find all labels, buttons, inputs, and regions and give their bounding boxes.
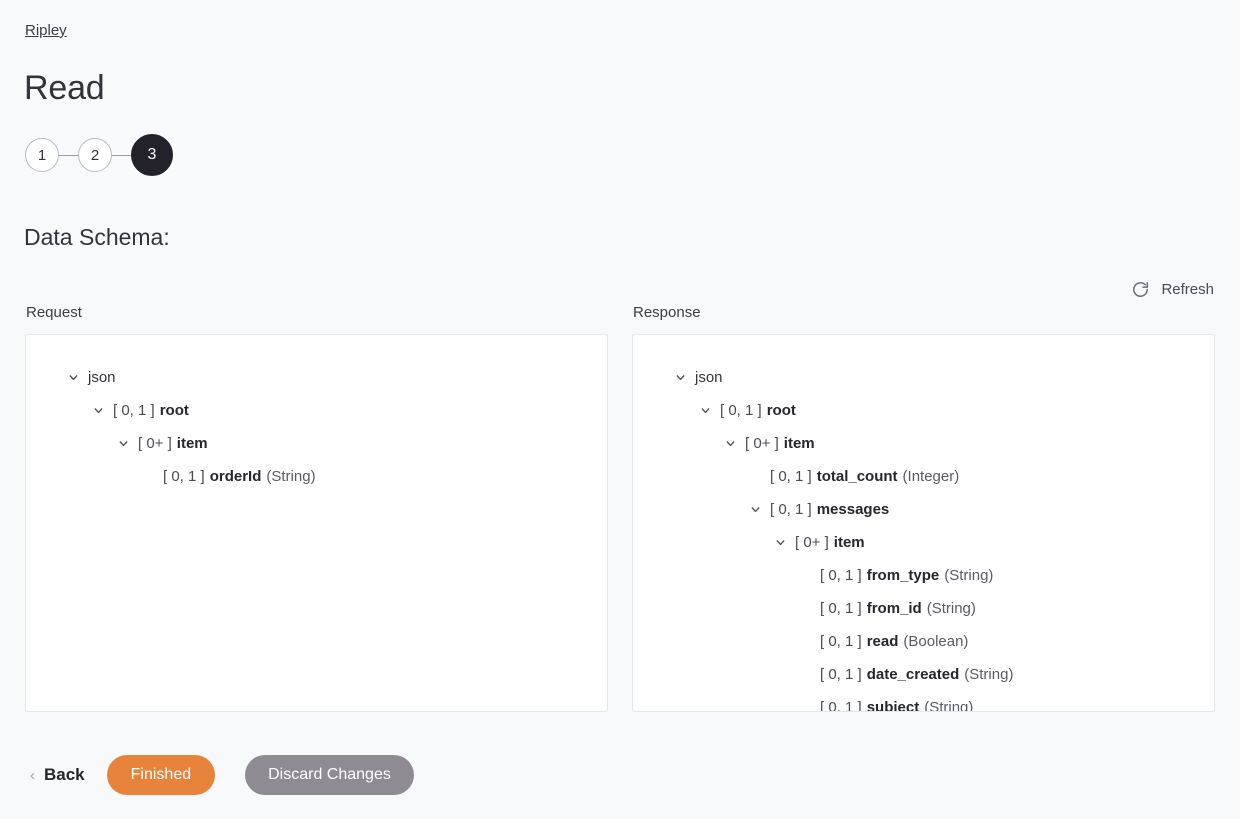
field-type: (String) (924, 699, 974, 712)
field-type: (String) (964, 666, 1014, 683)
tree-row[interactable]: [ 0, 1 ] messages (645, 493, 1202, 526)
tree-caret-placeholder (796, 567, 814, 585)
tree-caret-placeholder (796, 666, 814, 684)
tree-caret-placeholder (796, 699, 814, 712)
refresh-label: Refresh (1161, 281, 1214, 298)
footer-actions: ‹ Back Finished Discard Changes (25, 755, 414, 795)
refresh-icon (1131, 280, 1150, 299)
chevron-down-icon[interactable] (721, 435, 739, 453)
tree-caret-placeholder (796, 633, 814, 651)
schema-columns: Request json[ 0, 1 ] root[ 0+ ] item[ 0, 1… (25, 304, 1215, 712)
step-1[interactable]: 1 (25, 138, 59, 172)
response-column: Response json[ 0, 1 ] root[ 0+ ] item[ 0, … (632, 304, 1215, 712)
back-label: Back (44, 765, 85, 784)
response-schema-panel[interactable]: json[ 0, 1 ] root[ 0+ ] item[ 0, 1 ] total_… (632, 334, 1215, 712)
tree-row[interactable]: [ 0+ ] item (38, 427, 595, 460)
cardinality-label: [ 0, 1 ] (820, 567, 862, 584)
field-type: (String) (266, 468, 316, 485)
breadcrumb-ripley[interactable]: Ripley (25, 22, 67, 39)
request-schema-panel[interactable]: json[ 0, 1 ] root[ 0+ ] item[ 0, 1 ] orderI… (25, 334, 608, 712)
tree-row[interactable]: json (38, 361, 595, 394)
cardinality-label: [ 0, 1 ] (163, 468, 205, 485)
finished-button[interactable]: Finished (106, 755, 216, 795)
page-title: Read (24, 69, 105, 107)
field-name: json (88, 369, 116, 386)
field-name: from_id (866, 600, 922, 617)
field-name: total_count (816, 468, 898, 485)
field-type: (Boolean) (903, 633, 969, 650)
tree-row[interactable]: [ 0, 1 ] read (Boolean) (645, 625, 1202, 658)
tree-row[interactable]: [ 0, 1 ] root (38, 394, 595, 427)
cardinality-label: [ 0, 1 ] (113, 402, 155, 419)
cardinality-label: [ 0, 1 ] (820, 666, 862, 683)
chevron-down-icon[interactable] (114, 435, 132, 453)
tree-row[interactable]: [ 0, 1 ] root (645, 394, 1202, 427)
field-name: root (766, 402, 796, 419)
field-name: json (695, 369, 723, 386)
cardinality-label: [ 0, 1 ] (770, 501, 812, 518)
wizard-stepper: 123 (25, 134, 173, 176)
field-name: orderId (209, 468, 262, 485)
tree-row[interactable]: [ 0, 1 ] total_count (Integer) (645, 460, 1202, 493)
tree-caret-placeholder (139, 468, 157, 486)
step-2[interactable]: 2 (78, 138, 112, 172)
cardinality-label: [ 0, 1 ] (820, 633, 862, 650)
field-name: root (159, 402, 189, 419)
tree-caret-placeholder (796, 600, 814, 618)
tree-row[interactable]: [ 0, 1 ] date_created (String) (645, 658, 1202, 691)
field-type: (Integer) (902, 468, 960, 485)
request-column-label: Request (26, 304, 82, 321)
tree-row[interactable]: [ 0, 1 ] subject (String) (645, 691, 1202, 712)
tree-row[interactable]: [ 0, 1 ] from_type (String) (645, 559, 1202, 592)
refresh-button[interactable]: Refresh (1131, 280, 1214, 299)
field-name: from_type (866, 567, 940, 584)
chevron-left-icon: ‹ (30, 766, 35, 784)
cardinality-label: [ 0, 1 ] (770, 468, 812, 485)
tree-row[interactable]: [ 0+ ] item (645, 526, 1202, 559)
discard-changes-button[interactable]: Discard Changes (245, 755, 414, 795)
response-column-label: Response (633, 304, 701, 321)
tree-row[interactable]: [ 0, 1 ] orderId (String) (38, 460, 595, 493)
field-type: (String) (944, 567, 994, 584)
cardinality-label: [ 0, 1 ] (820, 699, 862, 712)
section-heading: Data Schema: (24, 224, 170, 250)
step-3[interactable]: 3 (131, 134, 173, 176)
schema-wizard-page: Ripley Read 123 Data Schema: Refresh Req… (0, 0, 1240, 819)
chevron-down-icon[interactable] (671, 369, 689, 387)
cardinality-label: [ 0+ ] (745, 435, 779, 452)
field-type: (String) (926, 600, 976, 617)
field-name: item (176, 435, 208, 452)
tree-caret-placeholder (746, 468, 764, 486)
step-connector (112, 154, 131, 156)
back-button[interactable]: ‹ Back (25, 765, 107, 785)
request-column: Request json[ 0, 1 ] root[ 0+ ] item[ 0, 1… (25, 304, 608, 712)
field-name: subject (866, 699, 920, 712)
chevron-down-icon[interactable] (64, 369, 82, 387)
cardinality-label: [ 0+ ] (795, 534, 829, 551)
cardinality-label: [ 0+ ] (138, 435, 172, 452)
tree-row[interactable]: [ 0, 1 ] from_id (String) (645, 592, 1202, 625)
step-connector (59, 154, 78, 156)
cardinality-label: [ 0, 1 ] (720, 402, 762, 419)
chevron-down-icon[interactable] (746, 501, 764, 519)
field-name: item (833, 534, 865, 551)
field-name: item (783, 435, 815, 452)
field-name: messages (816, 501, 890, 518)
field-name: date_created (866, 666, 960, 683)
tree-row[interactable]: json (645, 361, 1202, 394)
field-name: read (866, 633, 899, 650)
tree-row[interactable]: [ 0+ ] item (645, 427, 1202, 460)
cardinality-label: [ 0, 1 ] (820, 600, 862, 617)
chevron-down-icon[interactable] (771, 534, 789, 552)
chevron-down-icon[interactable] (89, 402, 107, 420)
chevron-down-icon[interactable] (696, 402, 714, 420)
